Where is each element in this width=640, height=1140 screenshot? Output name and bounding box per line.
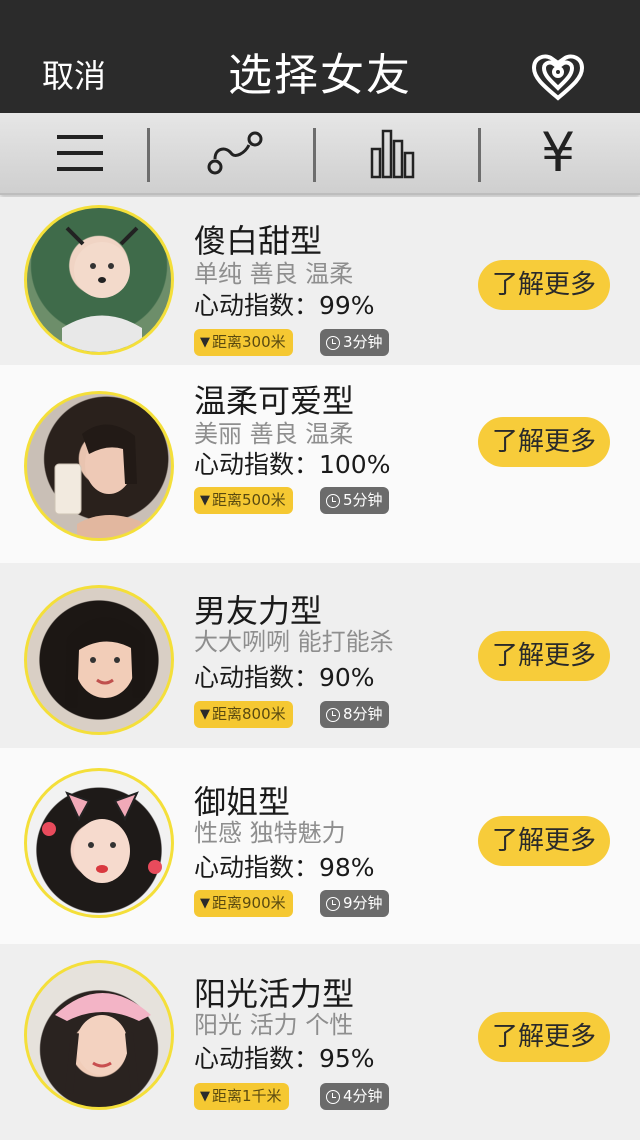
profile-tags: 性感 独特魅力 — [194, 819, 346, 847]
profile-card[interactable]: 温柔可爱型 美丽 善良 温柔 心动指数：100% ▼ 距离500米 5分钟 了解… — [0, 365, 640, 563]
profile-card[interactable]: 傻白甜型 单纯 善良 温柔 心动指数：99% ▼ 距离300米 3分钟 了解更多 — [0, 197, 640, 365]
profile-name: 阳光活力型 — [194, 975, 355, 1013]
avatar — [24, 585, 174, 735]
menu-icon[interactable] — [0, 113, 160, 193]
learn-more-button[interactable]: 了解更多 — [478, 260, 610, 310]
profile-score: 心动指数：99% — [194, 291, 375, 320]
time-badge: 8分钟 — [320, 701, 389, 728]
location-pin-icon[interactable] — [524, 48, 592, 104]
time-badge: 3分钟 — [320, 329, 389, 356]
profile-tags: 阳光 活力 个性 — [194, 1011, 354, 1039]
profile-score: 心动指数：100% — [194, 450, 391, 479]
bar-chart-icon[interactable] — [313, 113, 473, 193]
filter-divider — [147, 128, 150, 182]
clock-icon — [326, 335, 340, 350]
clock-icon — [326, 493, 340, 508]
clock-icon — [326, 896, 340, 911]
profile-list: 傻白甜型 单纯 善良 温柔 心动指数：99% ▼ 距离300米 3分钟 了解更多… — [0, 197, 640, 1140]
profile-name: 温柔可爱型 — [194, 382, 355, 420]
profile-card[interactable]: 阳光活力型 阳光 活力 个性 心动指数：95% ▼ 距离1千米 4分钟 了解更多 — [0, 944, 640, 1140]
profile-card[interactable]: 御姐型 性感 独特魅力 心动指数：98% ▼ 距离900米 9分钟 了解更多 — [0, 748, 640, 944]
filter-funnel-icon: ▼ — [200, 1089, 210, 1104]
filter-funnel-icon: ▼ — [200, 335, 210, 350]
time-badge: 9分钟 — [320, 890, 389, 917]
clock-icon — [326, 707, 340, 722]
time-badge: 5分钟 — [320, 487, 389, 514]
filter-funnel-icon: ▼ — [200, 896, 210, 911]
profile-tags: 美丽 善良 温柔 — [194, 420, 354, 448]
learn-more-button[interactable]: 了解更多 — [478, 417, 610, 467]
avatar — [24, 960, 174, 1110]
distance-badge: ▼ 距离300米 — [194, 329, 293, 356]
profile-name: 御姐型 — [194, 783, 291, 821]
profile-tags: 大大咧咧 能打能杀 — [194, 628, 394, 656]
profile-name: 傻白甜型 — [194, 222, 323, 260]
profile-name: 男友力型 — [194, 592, 323, 630]
distance-badge: ▼ 距离1千米 — [194, 1083, 289, 1110]
filter-funnel-icon: ▼ — [200, 493, 210, 508]
profile-card[interactable]: 男友力型 大大咧咧 能打能杀 心动指数：90% ▼ 距离800米 8分钟 了解更… — [0, 563, 640, 748]
top-bar: 取消 选择女友 — [0, 0, 640, 113]
time-badge: 4分钟 — [320, 1083, 389, 1110]
profile-score: 心动指数：98% — [194, 853, 375, 882]
avatar — [24, 391, 174, 541]
clock-icon — [326, 1089, 340, 1104]
learn-more-button[interactable]: 了解更多 — [478, 816, 610, 866]
learn-more-button[interactable]: 了解更多 — [478, 1012, 610, 1062]
distance-badge: ▼ 距离500米 — [194, 487, 293, 514]
profile-score: 心动指数：95% — [194, 1044, 375, 1073]
avatar — [24, 768, 174, 918]
distance-badge: ▼ 距离900米 — [194, 890, 293, 917]
profile-score: 心动指数：90% — [194, 663, 375, 692]
profile-tags: 单纯 善良 温柔 — [194, 260, 354, 288]
distance-badge: ▼ 距离800米 — [194, 701, 293, 728]
distance-icon[interactable] — [155, 113, 315, 193]
avatar — [24, 205, 174, 355]
learn-more-button[interactable]: 了解更多 — [478, 631, 610, 681]
filter-funnel-icon: ▼ — [200, 707, 210, 722]
yen-icon[interactable]: ¥ — [478, 113, 638, 193]
